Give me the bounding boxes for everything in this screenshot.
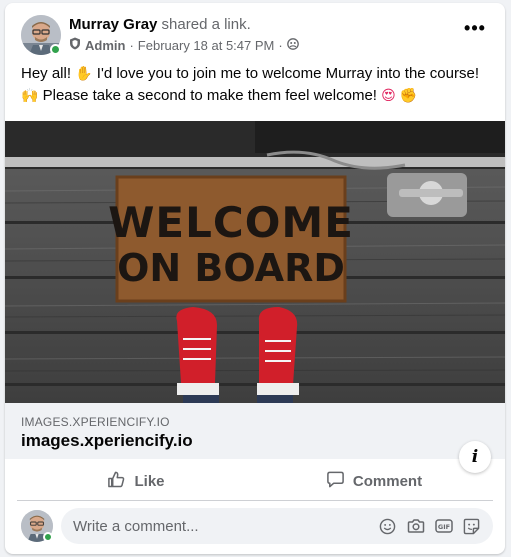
- link-domain: IMAGES.XPERIENCIFY.IO: [21, 415, 170, 429]
- smiley-icon[interactable]: [378, 517, 397, 536]
- post-text-part3: Please take a second to make them feel w…: [38, 87, 382, 104]
- action-text: shared a link.: [157, 16, 251, 33]
- heart-eyes-icon: 😍: [381, 88, 396, 104]
- link-title[interactable]: images.xperiencify.io: [21, 431, 193, 451]
- post-card: Murray Gray shared a link. Admin · Febru…: [5, 3, 505, 554]
- online-status-dot: [50, 44, 61, 55]
- comment-placeholder: Write a comment...: [73, 517, 199, 535]
- doormat-line1: WELCOME: [108, 198, 354, 247]
- audience-separator: ·: [278, 37, 283, 53]
- comment-input[interactable]: Write a comment... GIF: [61, 508, 493, 544]
- doormat-line2: ON BOARD: [117, 246, 345, 290]
- shield-icon: [69, 37, 81, 53]
- post-text-part2: I'd love you to join me to welcome Murra…: [92, 65, 479, 82]
- thumbs-up-icon: [107, 470, 126, 493]
- comment-label: Comment: [352, 473, 423, 490]
- like-label: Like: [134, 473, 165, 490]
- more-options-icon[interactable]: •••: [461, 19, 489, 43]
- sticker-icon[interactable]: [462, 517, 481, 536]
- post-meta: Admin · February 18 at 5:47 PM ·: [69, 37, 299, 53]
- online-status-dot: [43, 532, 53, 542]
- comment-composer: Write a comment... GIF: [21, 508, 493, 544]
- waving-hand-icon: ✋: [75, 66, 93, 82]
- post-timestamp[interactable]: February 18 at 5:47 PM: [138, 38, 275, 53]
- author-name[interactable]: Murray Gray: [69, 16, 157, 33]
- like-button[interactable]: Like: [17, 463, 255, 500]
- comment-button[interactable]: Comment: [255, 463, 493, 500]
- camera-icon[interactable]: [406, 517, 425, 536]
- link-preview-meta[interactable]: IMAGES.XPERIENCIFY.IO images.xperiencify…: [5, 403, 505, 459]
- speech-bubble-icon: [326, 470, 345, 493]
- post-text-part1: Hey all!: [21, 65, 76, 82]
- author-line: Murray Gray shared a link.: [69, 16, 251, 33]
- meta-separator: ·: [129, 37, 134, 53]
- role-badge: Admin: [85, 37, 126, 53]
- group-icon[interactable]: [286, 37, 299, 53]
- post-header: Murray Gray shared a link. Admin · Febru…: [21, 15, 493, 57]
- fist-bump-icon: ✊: [399, 88, 418, 104]
- link-preview-image[interactable]: WELCOME ON BOARD: [5, 121, 505, 403]
- post-actions: Like Comment: [17, 463, 493, 501]
- svg-text:GIF: GIF: [437, 523, 449, 531]
- raised-hands-icon: 🙌: [21, 88, 39, 104]
- post-text: Hey all! ✋ I'd love you to join me to we…: [21, 63, 491, 107]
- comment-tools: GIF: [378, 517, 493, 536]
- gif-icon[interactable]: GIF: [434, 517, 453, 536]
